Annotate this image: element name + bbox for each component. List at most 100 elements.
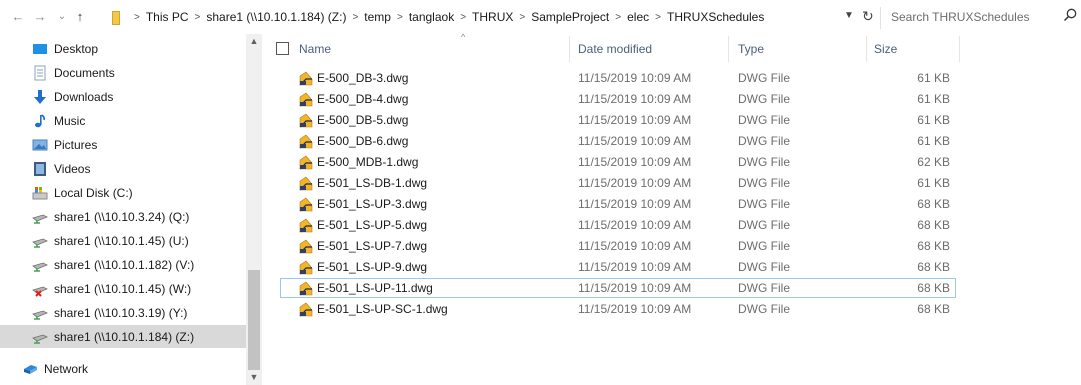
- file-date-modified: 11/15/2019 10:09 AM: [578, 134, 692, 148]
- music-icon: [35, 113, 46, 127]
- forward-button[interactable]: →: [32, 8, 48, 26]
- dwg-file-icon: [299, 239, 313, 254]
- breadcrumb-thruxschedules[interactable]: THRUXSchedules: [667, 10, 764, 24]
- column-header-name[interactable]: Name ^: [299, 32, 573, 64]
- column-label: Size: [874, 42, 898, 56]
- column-divider[interactable]: [959, 36, 960, 62]
- file-name: E-501_LS-UP-5.dwg: [317, 218, 428, 232]
- nav-item-share1-q[interactable]: share1 (\\10.10.3.24) (Q:): [0, 205, 246, 228]
- nav-item-desktop[interactable]: Desktop: [0, 37, 246, 60]
- chevron-right-icon: >: [655, 11, 661, 23]
- column-divider[interactable]: [866, 36, 867, 62]
- breadcrumb-temp[interactable]: temp: [364, 10, 391, 24]
- nav-item-share1-y[interactable]: share1 (\\10.10.3.19) (Y:): [0, 301, 246, 324]
- file-name: E-500_DB-6.dwg: [317, 134, 409, 148]
- desktop-icon: [33, 43, 47, 54]
- chevron-right-icon: >: [352, 11, 359, 23]
- file-size: 61 KB: [917, 176, 950, 190]
- column-divider[interactable]: [728, 36, 729, 62]
- column-label: Date modified: [578, 42, 653, 56]
- breadcrumb-sampleproject[interactable]: SampleProject: [531, 10, 609, 24]
- file-size: 68 KB: [917, 281, 950, 295]
- dwg-file-icon: [299, 71, 313, 86]
- search-icon[interactable]: [1063, 8, 1077, 22]
- file-name: E-501_LS-UP-SC-1.dwg: [317, 302, 448, 316]
- breadcrumb-thrux[interactable]: THRUX: [472, 10, 513, 24]
- column-header-type[interactable]: Type: [738, 34, 868, 64]
- breadcrumb-this-pc[interactable]: This PC: [146, 10, 189, 24]
- file-type: DWG File: [738, 302, 790, 316]
- file-row[interactable]: E-501_LS-DB-1.dwg 11/15/2019 10:09 AM DWG …: [280, 173, 956, 193]
- nav-item-pictures[interactable]: Pictures: [0, 133, 246, 156]
- file-name: E-500_MDB-1.dwg: [317, 155, 419, 169]
- column-divider[interactable]: [569, 36, 570, 62]
- file-type: DWG File: [738, 239, 790, 253]
- file-row[interactable]: E-500_DB-6.dwg 11/15/2019 10:09 AM DWG Fil…: [280, 131, 956, 151]
- downloads-icon: [34, 89, 46, 104]
- sort-ascending-icon: ^: [461, 32, 466, 42]
- breadcrumb-elec[interactable]: elec: [627, 10, 649, 24]
- breadcrumb-tanglaok[interactable]: tanglaok: [409, 10, 454, 24]
- nav-item-share1-u[interactable]: share1 (\\10.10.1.45) (U:): [0, 229, 246, 252]
- file-row[interactable]: E-501_LS-UP-3.dwg 11/15/2019 10:09 AM DWG …: [280, 194, 956, 214]
- dwg-file-icon: [299, 92, 313, 107]
- nav-item-label: share1 (\\10.10.3.24) (Q:): [54, 209, 190, 224]
- breadcrumb: > This PC > share1 (\\10.10.1.184) (Z:) …: [110, 0, 870, 34]
- recent-locations-button[interactable]: ⌄: [54, 8, 70, 26]
- scroll-down-arrow[interactable]: ▼: [246, 372, 262, 382]
- file-date-modified: 11/15/2019 10:09 AM: [578, 92, 692, 106]
- file-name: E-501_LS-UP-11.dwg: [317, 281, 433, 295]
- file-row[interactable]: E-501_LS-UP-9.dwg 11/15/2019 10:09 AM DWG …: [280, 257, 956, 277]
- file-row[interactable]: E-501_LS-UP-5.dwg 11/15/2019 10:09 AM DWG …: [280, 215, 956, 235]
- breadcrumb-share-drive[interactable]: share1 (\\10.10.1.184) (Z:): [206, 10, 346, 24]
- nav-item-local-disk[interactable]: Local Disk (C:): [0, 181, 246, 204]
- file-row[interactable]: E-501_LS-UP-7.dwg 11/15/2019 10:09 AM DWG …: [280, 236, 956, 256]
- disconnected-drive-icon: [32, 286, 48, 297]
- dwg-file-icon: [299, 281, 313, 296]
- address-dropdown-button[interactable]: ▼: [844, 10, 854, 21]
- file-row[interactable]: E-500_DB-5.dwg 11/15/2019 10:09 AM DWG Fil…: [280, 110, 956, 130]
- nav-item-share1-w[interactable]: share1 (\\10.10.1.45) (W:): [0, 277, 246, 300]
- file-name: E-501_LS-UP-9.dwg: [317, 260, 428, 274]
- nav-item-network[interactable]: Network: [0, 357, 246, 380]
- network-drive-icon: [32, 238, 48, 248]
- network-icon: [24, 364, 37, 374]
- file-type: DWG File: [738, 92, 790, 106]
- dwg-file-icon: [299, 218, 313, 233]
- refresh-button[interactable]: ↻: [862, 8, 874, 25]
- navigation-scrollbar[interactable]: ▲ ▼: [246, 34, 262, 385]
- nav-item-share1-v[interactable]: share1 (\\10.10.1.182) (V:): [0, 253, 246, 276]
- nav-item-label: Documents: [54, 65, 115, 80]
- nav-item-documents[interactable]: Documents: [0, 61, 246, 84]
- file-type: DWG File: [738, 281, 790, 295]
- nav-item-downloads[interactable]: Downloads: [0, 85, 246, 108]
- file-row[interactable]: E-501_LS-UP-SC-1.dwg 11/15/2019 10:09 AM D…: [280, 299, 956, 319]
- file-date-modified: 11/15/2019 10:09 AM: [578, 197, 692, 211]
- file-row[interactable]: E-501_LS-UP-11.dwg 11/15/2019 10:09 AM DWG…: [280, 278, 956, 298]
- file-date-modified: 11/15/2019 10:09 AM: [578, 239, 692, 253]
- scrollbar-thumb[interactable]: [248, 270, 260, 370]
- file-type: DWG File: [738, 176, 790, 190]
- search-input[interactable]: [881, 7, 1061, 27]
- column-header-date-modified[interactable]: Date modified: [578, 34, 728, 64]
- file-date-modified: 11/15/2019 10:09 AM: [578, 176, 692, 190]
- dwg-file-icon: [299, 302, 313, 317]
- pictures-icon: [32, 139, 48, 150]
- nav-item-videos[interactable]: Videos: [0, 157, 246, 180]
- up-button[interactable]: ↑: [72, 8, 88, 26]
- file-name: E-501_LS-UP-7.dwg: [317, 239, 428, 253]
- file-row[interactable]: E-500_MDB-1.dwg 11/15/2019 10:09 AM DWG Fi…: [280, 152, 956, 172]
- scroll-up-arrow[interactable]: ▲: [246, 36, 262, 46]
- network-drive-icon: [32, 214, 48, 224]
- back-button[interactable]: ←: [10, 8, 26, 26]
- folder-icon: [110, 11, 122, 25]
- select-all-checkbox[interactable]: [276, 42, 289, 55]
- nav-item-label: share1 (\\10.10.3.19) (Y:): [54, 305, 188, 320]
- nav-item-music[interactable]: Music: [0, 109, 246, 132]
- nav-item-share1-z[interactable]: share1 (\\10.10.1.184) (Z:): [0, 325, 246, 348]
- file-row[interactable]: E-500_DB-3.dwg 11/15/2019 10:09 AM DWG Fil…: [280, 68, 956, 88]
- file-row[interactable]: E-500_DB-4.dwg 11/15/2019 10:09 AM DWG Fil…: [280, 89, 956, 109]
- address-bar: ← → ⌄ ↑ > This PC > share1 (\\10.10.1.18…: [0, 0, 1081, 34]
- file-name: E-501_LS-UP-3.dwg: [317, 197, 428, 211]
- column-header-size[interactable]: Size: [874, 34, 954, 64]
